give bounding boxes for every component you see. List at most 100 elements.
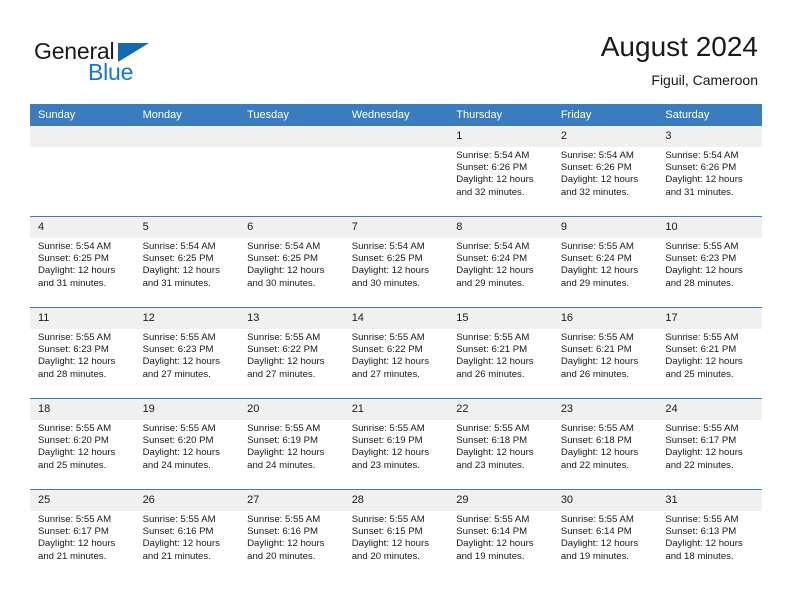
weekday-header-row: Sunday Monday Tuesday Wednesday Thursday… — [30, 104, 762, 126]
calendar-cell[interactable]: 23 Sunrise: 5:55 AM Sunset: 6:18 PM Dayl… — [552, 398, 658, 490]
day-details: Sunrise: 5:55 AM Sunset: 6:24 PM Dayligh… — [553, 238, 658, 290]
calendar-cell[interactable]: 9 Sunrise: 5:55 AM Sunset: 6:24 PM Dayli… — [552, 216, 658, 308]
sunrise-text: Sunrise: 5:55 AM — [560, 423, 634, 434]
daylight-text-line2: and 25 minutes. — [665, 368, 734, 380]
sunset-text: Sunset: 6:22 PM — [247, 344, 319, 356]
day-number: 8 — [448, 217, 553, 238]
day-details: Sunrise: 5:55 AM Sunset: 6:13 PM Dayligh… — [657, 511, 762, 563]
sunrise-text: Sunrise: 5:55 AM — [351, 332, 425, 343]
daylight-text-line2: and 28 minutes. — [38, 368, 107, 380]
day-details: Sunrise: 5:55 AM Sunset: 6:16 PM Dayligh… — [239, 511, 344, 563]
daylight-text-line1: Daylight: 12 hours — [665, 538, 743, 550]
sunrise-text: Sunrise: 5:55 AM — [665, 423, 739, 434]
calendar-cell[interactable]: 1 Sunrise: 5:54 AM Sunset: 6:26 PM Dayli… — [448, 126, 553, 217]
calendar-cell[interactable] — [134, 126, 240, 217]
calendar-week-row: 11 Sunrise: 5:55 AM Sunset: 6:23 PM Dayl… — [30, 307, 762, 399]
daylight-text-line1: Daylight: 12 hours — [247, 356, 325, 368]
calendar-cell[interactable]: 22 Sunrise: 5:55 AM Sunset: 6:18 PM Dayl… — [448, 398, 553, 490]
day-details: Sunrise: 5:54 AM Sunset: 6:25 PM Dayligh… — [344, 238, 449, 290]
calendar-cell[interactable]: 29 Sunrise: 5:55 AM Sunset: 6:14 PM Dayl… — [448, 489, 553, 580]
daylight-text-line1: Daylight: 12 hours — [560, 538, 639, 550]
sunrise-text: Sunrise: 5:55 AM — [38, 423, 112, 434]
day-details: Sunrise: 5:55 AM Sunset: 6:19 PM Dayligh… — [344, 420, 449, 472]
sunrise-text: Sunrise: 5:55 AM — [247, 332, 321, 343]
day-cell: 24 Sunrise: 5:55 AM Sunset: 6:17 PM Dayl… — [657, 399, 762, 489]
daylight-text-line1: Daylight: 12 hours — [247, 538, 325, 550]
daylight-text-line1: Daylight: 12 hours — [665, 265, 743, 277]
day-cell: 11 Sunrise: 5:55 AM Sunset: 6:23 PM Dayl… — [30, 308, 135, 398]
day-details: Sunrise: 5:55 AM Sunset: 6:19 PM Dayligh… — [239, 420, 344, 472]
weekday-header-friday: Friday — [552, 104, 658, 126]
day-cell: 21 Sunrise: 5:55 AM Sunset: 6:19 PM Dayl… — [343, 399, 449, 489]
calendar-cell[interactable] — [239, 126, 344, 217]
calendar-cell[interactable]: 12 Sunrise: 5:55 AM Sunset: 6:23 PM Dayl… — [134, 307, 240, 399]
day-number: 18 — [30, 399, 135, 420]
sunset-text: Sunset: 6:24 PM — [456, 253, 528, 265]
daylight-text-line1: Daylight: 12 hours — [142, 447, 220, 459]
calendar-cell[interactable]: 4 Sunrise: 5:54 AM Sunset: 6:25 PM Dayli… — [30, 216, 135, 308]
calendar-cell[interactable]: 21 Sunrise: 5:55 AM Sunset: 6:19 PM Dayl… — [343, 398, 449, 490]
day-cell: 16 Sunrise: 5:55 AM Sunset: 6:21 PM Dayl… — [552, 308, 658, 398]
sunrise-text: Sunrise: 5:55 AM — [142, 514, 216, 525]
day-details: Sunrise: 5:55 AM Sunset: 6:16 PM Dayligh… — [135, 511, 240, 563]
calendar-cell[interactable]: 27 Sunrise: 5:55 AM Sunset: 6:16 PM Dayl… — [239, 489, 344, 580]
calendar-cell[interactable] — [30, 126, 135, 217]
calendar-cell[interactable]: 14 Sunrise: 5:55 AM Sunset: 6:22 PM Dayl… — [343, 307, 449, 399]
calendar-cell[interactable]: 19 Sunrise: 5:55 AM Sunset: 6:20 PM Dayl… — [134, 398, 240, 490]
day-details: Sunrise: 5:55 AM Sunset: 6:22 PM Dayligh… — [239, 329, 344, 381]
daylight-text-line2: and 24 minutes. — [247, 459, 316, 471]
day-cell: 12 Sunrise: 5:55 AM Sunset: 6:23 PM Dayl… — [134, 308, 240, 398]
weekday-header-tuesday: Tuesday — [239, 104, 344, 126]
calendar-cell[interactable]: 3 Sunrise: 5:54 AM Sunset: 6:26 PM Dayli… — [657, 126, 762, 217]
day-cell: 6 Sunrise: 5:54 AM Sunset: 6:25 PM Dayli… — [239, 217, 344, 307]
calendar-cell[interactable]: 18 Sunrise: 5:55 AM Sunset: 6:20 PM Dayl… — [30, 398, 135, 490]
day-number: 9 — [552, 217, 658, 238]
sunset-text: Sunset: 6:14 PM — [560, 526, 632, 538]
day-details: Sunrise: 5:55 AM Sunset: 6:14 PM Dayligh… — [448, 511, 553, 563]
day-number: 22 — [448, 399, 553, 420]
daylight-text-line1: Daylight: 12 hours — [456, 356, 534, 368]
triangle-icon — [118, 43, 149, 62]
calendar-cell[interactable]: 6 Sunrise: 5:54 AM Sunset: 6:25 PM Dayli… — [239, 216, 344, 308]
day-cell: 20 Sunrise: 5:55 AM Sunset: 6:19 PM Dayl… — [239, 399, 344, 489]
general-blue-logo[interactable]: General Blue — [34, 38, 234, 94]
day-details: Sunrise: 5:55 AM Sunset: 6:23 PM Dayligh… — [30, 329, 135, 381]
day-number: 17 — [657, 308, 762, 329]
daylight-text-line2: and 23 minutes. — [456, 459, 525, 471]
day-cell-empty — [30, 126, 135, 216]
calendar-cell[interactable]: 13 Sunrise: 5:55 AM Sunset: 6:22 PM Dayl… — [239, 307, 344, 399]
calendar-cell[interactable]: 24 Sunrise: 5:55 AM Sunset: 6:17 PM Dayl… — [657, 398, 762, 490]
calendar-cell[interactable]: 7 Sunrise: 5:54 AM Sunset: 6:25 PM Dayli… — [343, 216, 449, 308]
calendar-cell[interactable] — [343, 126, 449, 217]
sunrise-text: Sunrise: 5:55 AM — [665, 241, 739, 252]
daylight-text-line2: and 21 minutes. — [142, 550, 211, 562]
calendar-cell[interactable]: 16 Sunrise: 5:55 AM Sunset: 6:21 PM Dayl… — [552, 307, 658, 399]
day-number: 5 — [134, 217, 240, 238]
day-details: Sunrise: 5:55 AM Sunset: 6:21 PM Dayligh… — [657, 329, 762, 381]
day-cell-empty — [239, 126, 344, 216]
calendar-cell[interactable]: 30 Sunrise: 5:55 AM Sunset: 6:14 PM Dayl… — [552, 489, 658, 580]
sunrise-text: Sunrise: 5:55 AM — [456, 332, 530, 343]
day-cell: 8 Sunrise: 5:54 AM Sunset: 6:24 PM Dayli… — [448, 217, 553, 307]
calendar-cell[interactable]: 2 Sunrise: 5:54 AM Sunset: 6:26 PM Dayli… — [552, 126, 658, 217]
calendar-cell[interactable]: 20 Sunrise: 5:55 AM Sunset: 6:19 PM Dayl… — [239, 398, 344, 490]
sunset-text: Sunset: 6:21 PM — [456, 344, 528, 356]
calendar-cell[interactable]: 15 Sunrise: 5:55 AM Sunset: 6:21 PM Dayl… — [448, 307, 553, 399]
daylight-text-line2: and 27 minutes. — [351, 368, 420, 380]
day-cell: 2 Sunrise: 5:54 AM Sunset: 6:26 PM Dayli… — [552, 126, 658, 216]
daylight-text-line1: Daylight: 12 hours — [560, 174, 639, 186]
calendar-cell[interactable]: 26 Sunrise: 5:55 AM Sunset: 6:16 PM Dayl… — [134, 489, 240, 580]
day-number — [134, 126, 240, 147]
daylight-text-line2: and 32 minutes. — [456, 186, 525, 198]
calendar-cell[interactable]: 17 Sunrise: 5:55 AM Sunset: 6:21 PM Dayl… — [657, 307, 762, 399]
calendar-cell[interactable]: 8 Sunrise: 5:54 AM Sunset: 6:24 PM Dayli… — [448, 216, 553, 308]
calendar-cell[interactable]: 28 Sunrise: 5:55 AM Sunset: 6:15 PM Dayl… — [343, 489, 449, 580]
calendar-cell[interactable]: 11 Sunrise: 5:55 AM Sunset: 6:23 PM Dayl… — [30, 307, 135, 399]
daylight-text-line2: and 27 minutes. — [247, 368, 316, 380]
calendar-cell[interactable]: 25 Sunrise: 5:55 AM Sunset: 6:17 PM Dayl… — [30, 489, 135, 580]
calendar-cell[interactable]: 10 Sunrise: 5:55 AM Sunset: 6:23 PM Dayl… — [657, 216, 762, 308]
weekday-header-monday: Monday — [134, 104, 240, 126]
calendar-cell[interactable]: 31 Sunrise: 5:55 AM Sunset: 6:13 PM Dayl… — [657, 489, 762, 580]
day-number: 24 — [657, 399, 762, 420]
calendar-cell[interactable]: 5 Sunrise: 5:54 AM Sunset: 6:25 PM Dayli… — [134, 216, 240, 308]
